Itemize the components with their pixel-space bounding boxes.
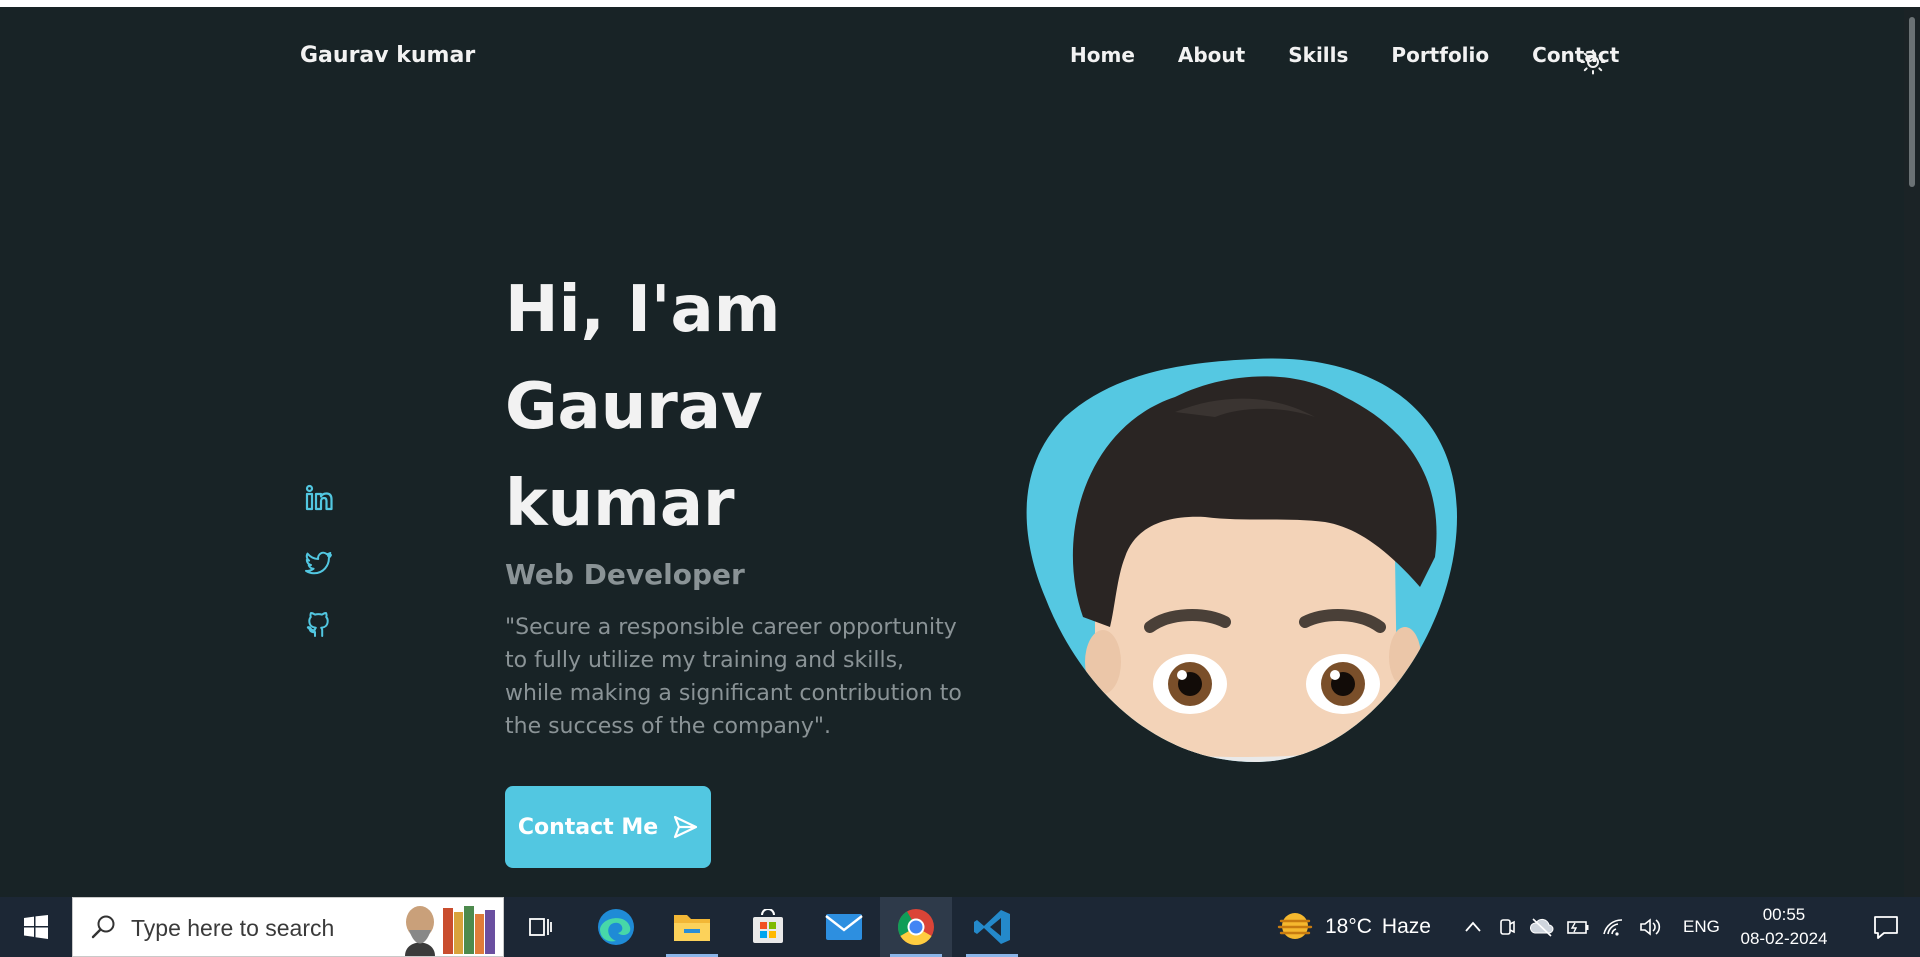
mail-icon[interactable] [808,897,880,957]
vscode-icon[interactable] [956,897,1028,957]
nav-portfolio[interactable]: Portfolio [1391,43,1489,67]
clock-date: 08-02-2024 [1740,929,1828,948]
haze-icon [1277,913,1313,939]
page-scrollbar[interactable] [1904,7,1920,897]
weather-temp: 18°C [1325,915,1372,938]
send-icon [674,815,698,839]
main-nav: Home About Skills Portfolio Contact [1070,43,1619,67]
file-explorer-icon[interactable] [656,897,728,957]
scrollbar-thumb[interactable] [1909,17,1915,187]
weather-widget[interactable]: 18°C Haze [1275,897,1431,957]
taskbar: Type here to search 18°C Haze ENG 00:55 … [0,897,1920,957]
weather-desc: Haze [1381,915,1431,938]
avatar-image [1026,358,1458,762]
hero-title-line1: Hi, I'am [505,273,781,347]
nav-contact[interactable]: Contact [1532,43,1619,67]
search-icon [91,915,115,939]
chevron-up-icon[interactable] [1462,916,1484,938]
taskbar-search[interactable]: Type here to search [72,897,504,957]
clock-time: 00:55 [1762,905,1806,924]
hero-description: "Secure a responsible career opportunity… [505,615,962,739]
wifi-icon[interactable] [1602,916,1626,938]
linkedin-icon[interactable] [304,483,334,513]
sun-icon[interactable] [1580,49,1606,75]
hero-subtitle: Web Developer [505,558,745,591]
task-view-icon[interactable] [504,897,576,957]
tray-icons [1462,897,1662,957]
hero-title-line2: Gaurav [505,370,763,444]
twitter-icon[interactable] [304,549,334,579]
nav-home[interactable]: Home [1070,43,1135,67]
clock[interactable]: 00:55 08-02-2024 [1736,897,1832,957]
language-indicator[interactable]: ENG [1683,897,1720,957]
meet-now-icon[interactable] [1496,916,1518,938]
windows-start-icon[interactable] [0,897,72,957]
battery-icon[interactable] [1566,916,1590,938]
onedrive-icon[interactable] [1530,916,1554,938]
edge-icon[interactable] [580,897,652,957]
contact-me-label: Contact Me [517,814,659,840]
portfolio-page: Gaurav kumar Home About Skills Portfolio… [0,7,1904,897]
chrome-icon[interactable] [880,897,952,957]
search-placeholder: Type here to search [131,915,335,941]
volume-icon[interactable] [1638,916,1662,938]
site-brand[interactable]: Gaurav kumar [300,43,475,68]
nav-skills[interactable]: Skills [1288,43,1348,67]
notifications-icon[interactable] [1852,897,1920,957]
microsoft-store-icon[interactable] [732,897,804,957]
nav-about[interactable]: About [1178,43,1245,67]
hero-title-line3: kumar [505,467,735,541]
github-icon[interactable] [304,610,334,640]
contact-me-button[interactable]: Contact Me [505,786,711,868]
search-highlight-icon [405,906,495,956]
hero-title: Hi, I'am Gaurav kumar [505,262,1105,553]
